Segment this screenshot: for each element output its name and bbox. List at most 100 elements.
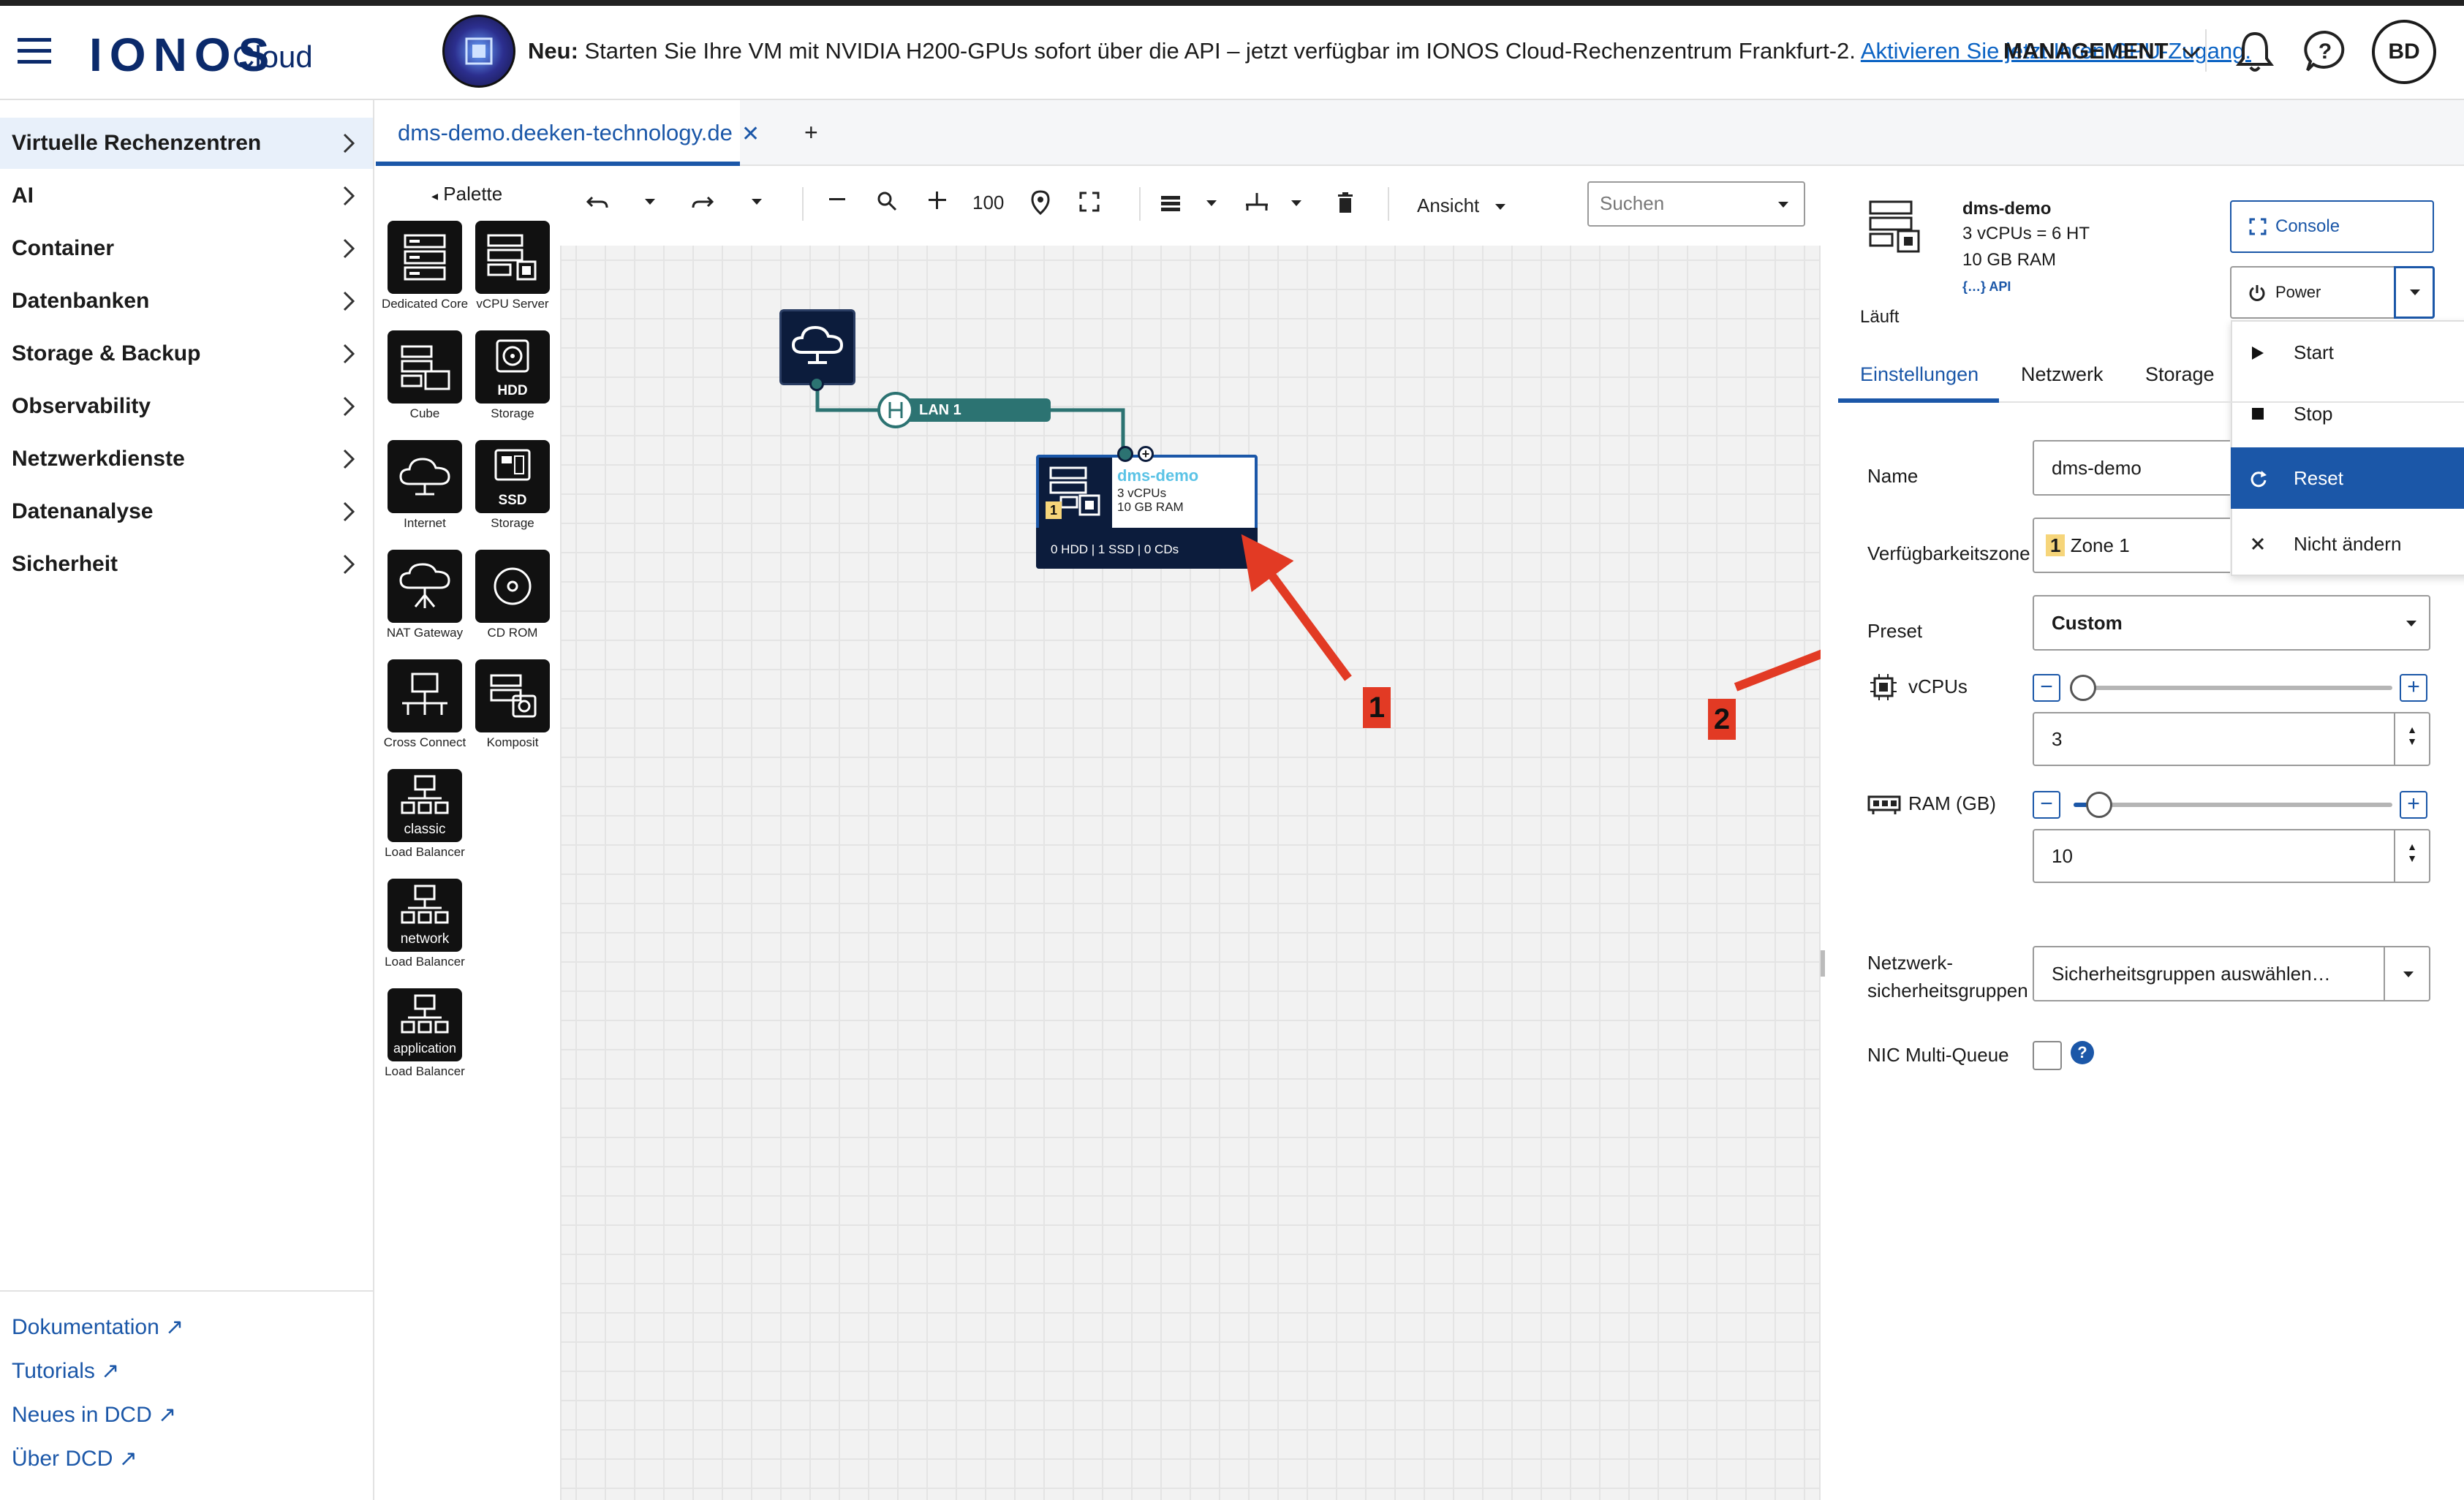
vcpus-decrement-button[interactable]: − — [2033, 674, 2060, 702]
connection-port[interactable] — [1117, 446, 1133, 462]
cross-connect-icon — [402, 673, 447, 715]
palette-load-balancer-classic[interactable]: classic — [388, 769, 462, 842]
palette-internet[interactable] — [388, 440, 462, 513]
ram-spinner[interactable]: ▲ ▼ — [2394, 830, 2429, 883]
nav-item-ai[interactable]: AI — [0, 170, 373, 221]
connection-port[interactable] — [809, 376, 824, 391]
footer-link-tutorials[interactable]: Tutorials ↗ — [12, 1358, 119, 1384]
lan-1-bar[interactable]: LAN 1 — [896, 398, 1051, 422]
palette-load-balancer-network[interactable]: network — [388, 879, 462, 952]
api-link[interactable]: {…} API — [1962, 279, 2011, 295]
redo-icon[interactable] — [690, 192, 715, 212]
palette-load-balancer-application[interactable]: application — [388, 988, 462, 1061]
palette-cd-rom[interactable] — [475, 550, 550, 623]
nav-item-observability[interactable]: Observability — [0, 381, 373, 432]
align-distribute-icon[interactable] — [1244, 192, 1269, 213]
palette-dedicated-core[interactable] — [388, 221, 462, 294]
zoom-out-icon[interactable] — [828, 197, 847, 202]
palette-toggle[interactable]: ◂ Palette — [431, 183, 502, 205]
panel-resize-handle[interactable] — [1821, 950, 1825, 977]
external-link-icon: ↗ — [165, 1315, 184, 1339]
cloud-icon — [791, 325, 844, 364]
footer-link-about[interactable]: Über DCD ↗ — [12, 1446, 137, 1471]
footer-link-whats-new[interactable]: Neues in DCD ↗ — [12, 1402, 176, 1428]
zoom-in-icon[interactable] — [927, 190, 948, 211]
server-icon — [404, 234, 446, 281]
hamburger-menu-icon[interactable] — [18, 37, 53, 66]
nav-item-storage-backup[interactable]: Storage & Backup — [0, 328, 373, 379]
nav-item-container[interactable]: Container — [0, 223, 373, 274]
external-link-icon: ↗ — [118, 1447, 137, 1471]
power-menu-start[interactable]: Start — [2231, 322, 2464, 383]
caret-down-icon[interactable] — [1290, 199, 1303, 208]
news-chip-icon — [442, 15, 515, 88]
ram-increment-button[interactable]: + — [2400, 791, 2427, 819]
tab-settings[interactable]: Einstellungen — [1860, 363, 1979, 386]
availability-zone-select[interactable]: 1 Zone 1 — [2033, 518, 2230, 573]
palette-nat-gateway[interactable] — [388, 550, 462, 623]
power-menu-stop[interactable]: Stop — [2231, 383, 2464, 444]
palette-composite[interactable] — [475, 659, 550, 732]
palette-vcpu-server[interactable] — [475, 221, 550, 294]
undo-icon[interactable] — [585, 192, 610, 212]
map-pin-icon[interactable] — [1031, 190, 1050, 215]
vcpus-increment-button[interactable]: + — [2400, 674, 2427, 702]
nav-divider — [0, 1290, 373, 1292]
help-icon[interactable]: ? — [2303, 29, 2347, 73]
user-avatar[interactable]: BD — [2372, 20, 2436, 84]
view-menu[interactable]: Ansicht — [1417, 194, 1507, 217]
palette-cube[interactable] — [388, 330, 462, 404]
vcpus-input[interactable]: 3 — [2033, 712, 2430, 766]
tab-storage[interactable]: Storage — [2145, 363, 2215, 386]
footer-link-documentation[interactable]: Dokumentation ↗ — [12, 1314, 184, 1340]
nav-item-data-analysis[interactable]: Datenanalyse — [0, 486, 373, 537]
server-icon — [1867, 197, 1923, 253]
nav-label: AI — [12, 183, 34, 208]
zoom-search-icon[interactable] — [876, 190, 898, 212]
security-groups-divider — [2384, 946, 2385, 1000]
nav-label: Netzwerkdienste — [12, 447, 185, 471]
vcpus-slider-thumb[interactable] — [2070, 675, 2097, 701]
nic-multiqueue-checkbox[interactable] — [2033, 1041, 2062, 1070]
security-groups-select[interactable]: Sicherheitsgruppen auswählen… — [2033, 946, 2430, 1001]
add-tab-button[interactable]: + — [804, 119, 818, 146]
palette-ssd-storage[interactable]: SSD — [475, 440, 550, 513]
nav-item-security[interactable]: Sicherheit — [0, 539, 373, 590]
caret-down-icon — [1494, 204, 1505, 211]
bell-icon[interactable] — [2236, 29, 2274, 73]
load-balancer-icon — [401, 885, 449, 924]
name-input[interactable]: dms-demo — [2033, 440, 2230, 496]
palette-caption: CD ROM — [487, 626, 538, 640]
caret-down-icon[interactable] — [643, 197, 657, 206]
tab-network[interactable]: Netzwerk — [2021, 363, 2104, 386]
vcpus-spinner[interactable]: ▲ ▼ — [2394, 713, 2429, 766]
caret-down-icon[interactable] — [1205, 199, 1218, 208]
close-tab-icon[interactable]: ✕ — [741, 121, 760, 147]
nav-item-network-services[interactable]: Netzwerkdienste — [0, 433, 373, 485]
fit-screen-icon[interactable] — [1079, 192, 1100, 212]
power-menu-no-change[interactable]: Nicht ändern — [2231, 513, 2464, 575]
ram-slider-track[interactable] — [2074, 803, 2392, 807]
add-nic-icon[interactable]: + — [1138, 446, 1154, 462]
nav-item-virtual-datacenters[interactable]: Virtuelle Rechenzentren — [0, 118, 373, 169]
zoom-level[interactable]: 100 — [972, 192, 1004, 214]
ram-slider-thumb[interactable] — [2085, 792, 2112, 818]
palette-caption: Internet — [404, 516, 446, 530]
nic-help-icon[interactable]: ? — [2071, 1041, 2094, 1064]
ram-decrement-button[interactable]: − — [2033, 791, 2060, 819]
ram-input[interactable]: 10 — [2033, 829, 2430, 883]
nav-item-databases[interactable]: Datenbanken — [0, 276, 373, 327]
vcpus-label: vCPUs — [1908, 675, 1968, 697]
security-groups-value: Sicherheitsgruppen auswählen… — [2052, 963, 2331, 985]
palette-cross-connect[interactable] — [388, 659, 462, 732]
vcpus-slider-track[interactable] — [2074, 686, 2392, 690]
trash-icon[interactable] — [1337, 192, 1354, 213]
preset-select[interactable]: Custom — [2033, 595, 2430, 651]
internet-node[interactable] — [779, 309, 855, 385]
lan-switch-icon[interactable] — [877, 392, 914, 428]
management-menu[interactable]: MANAGEMENT — [2003, 38, 2201, 64]
list-view-icon[interactable] — [1160, 194, 1182, 213]
power-dropdown-toggle[interactable] — [2394, 266, 2435, 319]
palette-hdd-storage[interactable]: HDD — [475, 330, 550, 404]
caret-down-icon[interactable] — [750, 197, 763, 206]
